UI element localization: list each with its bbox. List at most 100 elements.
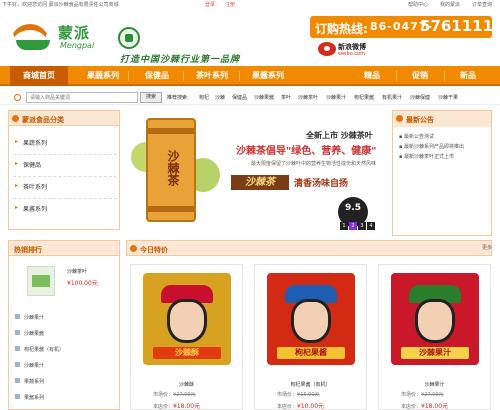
pack-face-icon	[291, 299, 331, 343]
hot-item[interactable]: 沙棘果汁	[15, 314, 44, 321]
register-link[interactable]: 注册	[225, 1, 235, 8]
hot-search-keyword[interactable]: 沙棘干果	[438, 94, 458, 101]
nav-divider	[444, 71, 445, 81]
nav-divider	[128, 71, 129, 81]
help-link[interactable]: 帮助中心	[408, 1, 428, 8]
hot-search-label: 推荐搜索:	[167, 95, 189, 101]
order-query-link[interactable]: 订单查询	[472, 1, 492, 8]
category-item-health[interactable]: ▸ 保健品	[15, 160, 41, 169]
nav-divider	[183, 71, 184, 81]
category-item-label: 果酱系列	[23, 206, 48, 213]
announcement-item-text: 最新沙棘系列产品即将推出	[403, 144, 464, 150]
special-offers-header: 今日特价	[126, 240, 492, 256]
pack-face-icon	[167, 299, 207, 343]
banner-new-label: 全新上市 沙棘茶叶	[306, 131, 373, 140]
hot-item[interactable]: 沙棘果汁	[15, 362, 44, 369]
banner-page-2[interactable]: 2	[349, 222, 357, 230]
hot-product-name[interactable]: 沙棘茶叶	[67, 268, 87, 275]
category-item-label: 保健品	[23, 162, 42, 169]
announcement-panel: 最新公告 ▪ 最新公告测试 ▪ 最新沙棘系列产品即将推出 ▪ 最新沙棘茶叶正式上…	[392, 110, 492, 236]
can-text: 沙棘茶	[166, 150, 180, 186]
nav-item-health[interactable]: 保健品	[132, 66, 182, 86]
category-bullet-icon	[12, 115, 19, 122]
list-bullet-icon	[15, 378, 20, 383]
product-image[interactable]: 沙棘酥	[143, 273, 231, 365]
hot-item-label: 沙棘果酱	[24, 331, 45, 337]
nav-item-jam[interactable]: 果酱系列	[243, 66, 293, 86]
brand-slogan: 打造中国沙棘行业第一品牌	[120, 55, 241, 65]
hot-product-price: ¥100.00元	[67, 280, 98, 287]
hot-search-keyword[interactable]: 沙棘保健	[410, 94, 430, 101]
product-card[interactable]: 沙棘果汁 沙棘果汁 市场价：¥27.00元 本店价：¥18.00元	[378, 264, 491, 410]
hotline-label: 订购热线:	[315, 22, 368, 36]
weibo-eye-icon	[324, 46, 330, 51]
search-input[interactable]	[26, 92, 138, 103]
category-item-tea[interactable]: ▸ 茶叶系列	[15, 182, 47, 191]
brand-name-cn: 蒙派	[58, 24, 91, 42]
hot-search-keyword[interactable]: 沙棘果汁	[326, 94, 346, 101]
brand-logo[interactable]: 蒙派 Mengpai	[10, 14, 110, 56]
search-button[interactable]: 搜索	[140, 92, 162, 103]
promo-banner[interactable]: 沙棘茶 全新上市 沙棘茶叶 沙棘茶倡导"绿色、营养、健康" 最大限度保留了沙棘叶…	[126, 110, 386, 235]
hot-search-keyword[interactable]: 茶叶	[281, 94, 291, 101]
list-bullet-icon	[15, 314, 20, 319]
announcement-item[interactable]: ▪ 最新公告测试	[399, 133, 434, 140]
top-bar: 下午好，欢迎您访问 蒙派沙棘食品有限责任公司商城 登录 注册 帮助中心 我的蒙派…	[0, 0, 500, 8]
product-card[interactable]: 沙棘酥 沙棘酥 市场价：¥27.00元 本店价：¥18.00元	[130, 264, 243, 410]
logo-leaf-icon	[16, 40, 50, 50]
hot-search-keyword[interactable]: 枸杞	[199, 94, 209, 101]
hot-search-keyword[interactable]: 有机果汁	[382, 94, 402, 101]
nav-item-tea[interactable]: 茶叶系列	[186, 66, 238, 86]
divider	[13, 176, 117, 177]
tea-can-image: 沙棘茶	[146, 118, 196, 222]
announcement-item[interactable]: ▪ 最新沙棘茶叶正式上市	[399, 153, 454, 160]
nav-item-home[interactable]: 商城首页	[10, 66, 68, 86]
list-bullet-icon	[15, 330, 20, 335]
login-link[interactable]: 登录	[205, 1, 215, 8]
nav-item-premium[interactable]: 精品	[352, 66, 392, 86]
announcement-item[interactable]: ▪ 最新沙棘系列产品即将推出	[399, 143, 464, 150]
product-price: 本店价：¥18.00元	[401, 403, 449, 410]
badge-mark-icon	[125, 34, 133, 42]
hot-item-label: 枸杞果酱（有机）	[24, 347, 65, 353]
category-item-fruit-veg[interactable]: ▸ 果蔬系列	[15, 138, 47, 147]
nav-item-promotion[interactable]: 促销	[400, 66, 440, 86]
hot-item[interactable]: 枸杞果酱（有机）	[15, 346, 64, 353]
my-account-link[interactable]: 我的蒙派	[440, 1, 460, 8]
welcome-text: 下午好，欢迎您访问 蒙派沙棘食品有限责任公司商城	[2, 2, 119, 8]
category-item-jam[interactable]: ▸ 果酱系列	[15, 204, 47, 213]
banner-page-3[interactable]: 3	[358, 222, 366, 230]
hot-search-keyword[interactable]: 沙棘	[215, 94, 225, 101]
hot-search-keyword[interactable]: 沙棘果酱	[254, 94, 274, 101]
product-box-icon	[32, 275, 50, 287]
product-market-price: 市场价：¥15.00元	[277, 392, 320, 398]
nav-item-new[interactable]: 新品	[448, 66, 488, 86]
product-card[interactable]: 枸杞果酱 枸杞果酱（有机） 市场价：¥15.00元 本店价：¥10.00元	[254, 264, 367, 410]
weibo-icon[interactable]	[318, 42, 336, 56]
banner-page-4[interactable]: 4	[367, 222, 375, 230]
hot-item[interactable]: 果酱系列	[15, 394, 44, 401]
more-link[interactable]: 更多	[482, 244, 492, 251]
hot-item[interactable]: 沙棘果酱	[15, 330, 44, 337]
hot-item-label: 果蔬系列	[24, 379, 45, 385]
product-image[interactable]: 沙棘果汁	[391, 273, 479, 365]
main-nav: 商城首页 果蔬系列 保健品 茶叶系列 果酱系列 精品 促销 新品	[0, 66, 500, 86]
hot-search-keyword[interactable]: 枸杞果酱	[354, 94, 374, 101]
product-name[interactable]: 枸杞果酱（有机）	[255, 381, 366, 388]
hot-search-keyword[interactable]: 沙棘茶叶	[298, 94, 318, 101]
banner-page-1[interactable]: 1	[340, 222, 348, 230]
product-image[interactable]: 枸杞果酱	[267, 273, 355, 365]
announcement-item-text: 最新沙棘茶叶正式上市	[403, 154, 454, 160]
hot-item[interactable]: 果蔬系列	[15, 378, 44, 385]
hot-search-keyword[interactable]: 保健品	[232, 94, 247, 101]
hot-ranking-header: 热销排行	[8, 240, 120, 256]
announcement-title: 最新公告	[406, 116, 434, 124]
hot-item-label: 沙棘果汁	[24, 363, 45, 369]
arrow-right-icon: ▸	[15, 138, 19, 145]
hot-product-image[interactable]	[27, 266, 55, 296]
product-name[interactable]: 沙棘果汁	[379, 381, 490, 388]
search-bar: 搜索 推荐搜索: 枸杞 沙棘 保健品 沙棘果酱 茶叶 沙棘茶叶 沙棘果汁 枸杞果…	[0, 90, 500, 105]
nav-item-fruit-veg[interactable]: 果蔬系列	[78, 66, 128, 86]
product-name[interactable]: 沙棘酥	[131, 381, 242, 388]
hot-item-label: 果酱系列	[24, 395, 45, 401]
